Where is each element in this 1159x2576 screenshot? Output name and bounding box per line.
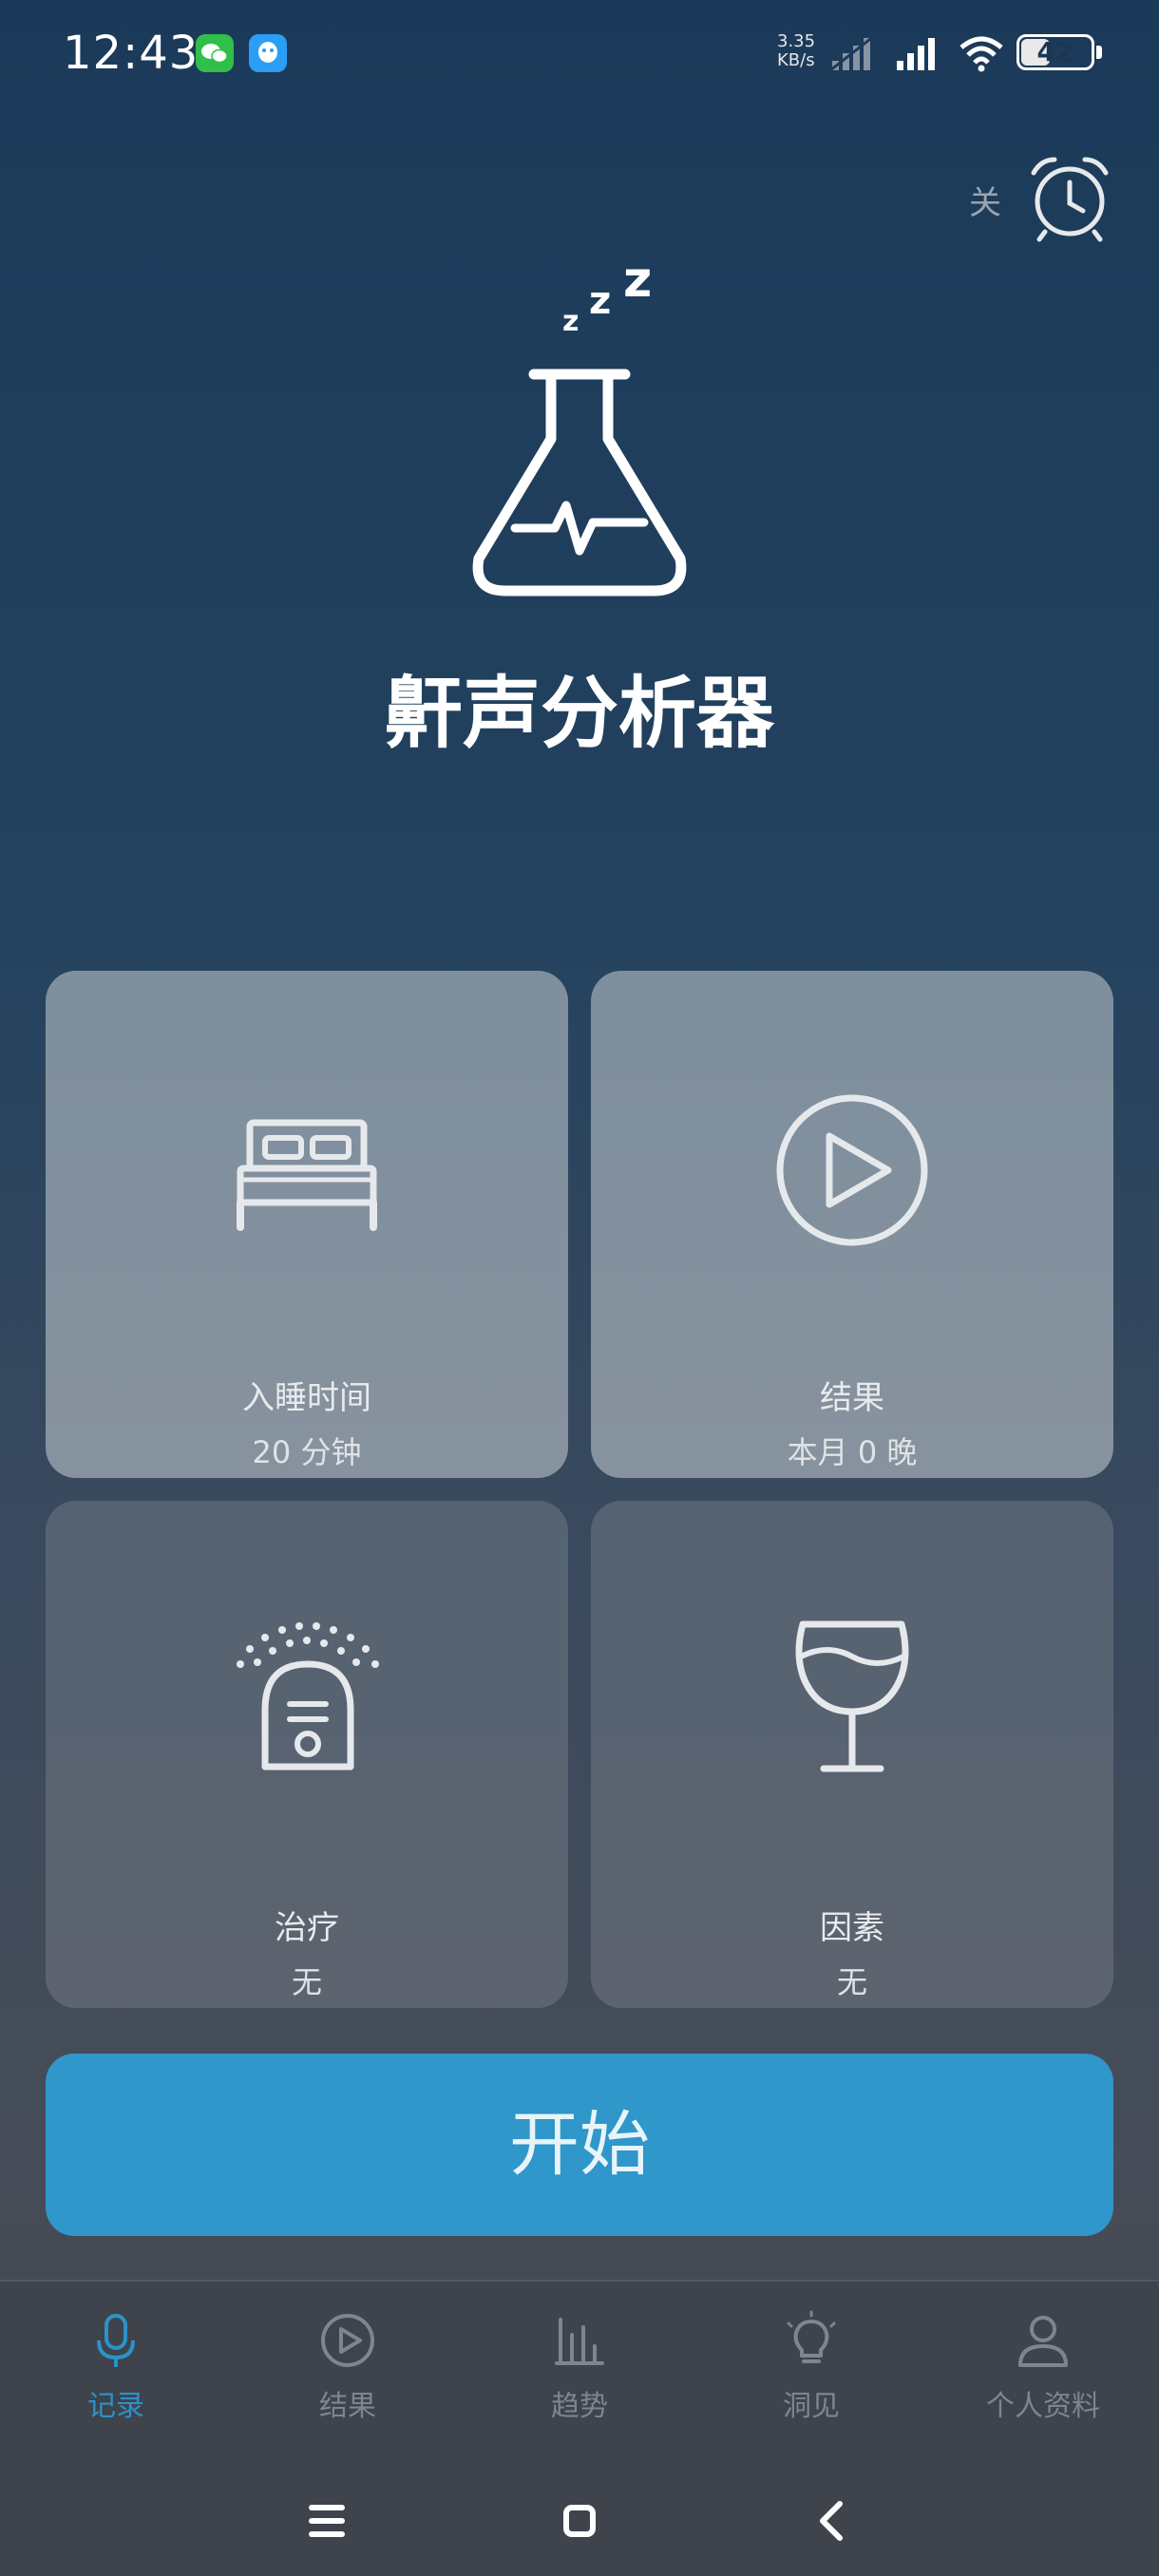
card-value: 无 [291, 1964, 322, 2000]
nav-label: 记录 [87, 2390, 144, 2423]
alarm-status-label[interactable]: 关 [969, 177, 1001, 223]
network-speed: 3.35 KB/s [777, 31, 816, 70]
start-button[interactable]: 开始 [46, 2054, 1113, 2236]
battery-indicator: 42 [1016, 34, 1094, 70]
nav-item-trends[interactable]: 趋势 [464, 2310, 695, 2453]
card-label: 入睡时间 [242, 1379, 371, 1417]
nav-label: 个人资料 [986, 2390, 1100, 2423]
card-results[interactable]: 结果 本月 0 晚 [591, 971, 1113, 1478]
microphone-icon [97, 2314, 135, 2367]
card-sleep-onset[interactable]: 入睡时间 20 分钟 [46, 971, 568, 1478]
alarm-clock-icon[interactable] [1024, 152, 1115, 243]
humidifier-icon [237, 1622, 379, 1771]
nav-label: 趋势 [551, 2390, 608, 2423]
card-label: 治疗 [275, 1909, 339, 1947]
menu-icon[interactable] [289, 2483, 365, 2559]
card-value: 20 分钟 [252, 1434, 362, 1470]
system-navigation-bar [0, 2460, 1159, 2576]
nav-item-record[interactable]: 记录 [0, 2310, 232, 2453]
bottom-navigation: 记录 结果 趋势 洞见 个人资料 [0, 2280, 1159, 2460]
status-time: 12:43 [63, 27, 200, 80]
card-label: 因素 [820, 1909, 884, 1947]
card-treatment[interactable]: 治疗 无 [46, 1501, 568, 2008]
svg-text:z: z [623, 252, 652, 309]
nav-label: 洞见 [783, 2390, 840, 2423]
play-circle-icon [321, 2314, 374, 2367]
card-factors[interactable]: 因素 无 [591, 1501, 1113, 2008]
person-icon [1018, 2316, 1068, 2367]
back-icon[interactable] [794, 2483, 870, 2559]
svg-text:z: z [589, 279, 611, 323]
wechat-icon [196, 34, 234, 72]
qq-icon [249, 34, 287, 72]
battery-tip [1096, 46, 1102, 59]
wine-glass-icon [795, 1620, 909, 1772]
nav-label: 结果 [319, 2390, 376, 2423]
card-value: 无 [836, 1964, 867, 2000]
battery-level: 42 [1036, 36, 1074, 67]
snore-flask-logo-icon: z z z [472, 252, 687, 597]
card-label: 结果 [820, 1379, 884, 1417]
svg-text:z: z [562, 305, 579, 338]
nav-item-profile[interactable]: 个人资料 [927, 2310, 1159, 2453]
nav-item-results[interactable]: 结果 [232, 2310, 464, 2453]
bed-icon [237, 1119, 377, 1231]
app-title: 鼾声分析器 [384, 669, 774, 759]
status-bar: 12:43 3.35 KB/s 42 [0, 0, 1159, 106]
signal-sim2-icon [897, 38, 935, 70]
home-icon[interactable] [542, 2483, 618, 2559]
play-circle-icon [776, 1094, 928, 1246]
signal-sim1-icon [830, 34, 875, 72]
lightbulb-icon [787, 2310, 836, 2363]
bar-chart-icon [555, 2318, 604, 2365]
nav-item-insights[interactable]: 洞见 [695, 2310, 927, 2453]
wifi-icon [960, 36, 1003, 72]
card-value: 本月 0 晚 [787, 1434, 918, 1470]
